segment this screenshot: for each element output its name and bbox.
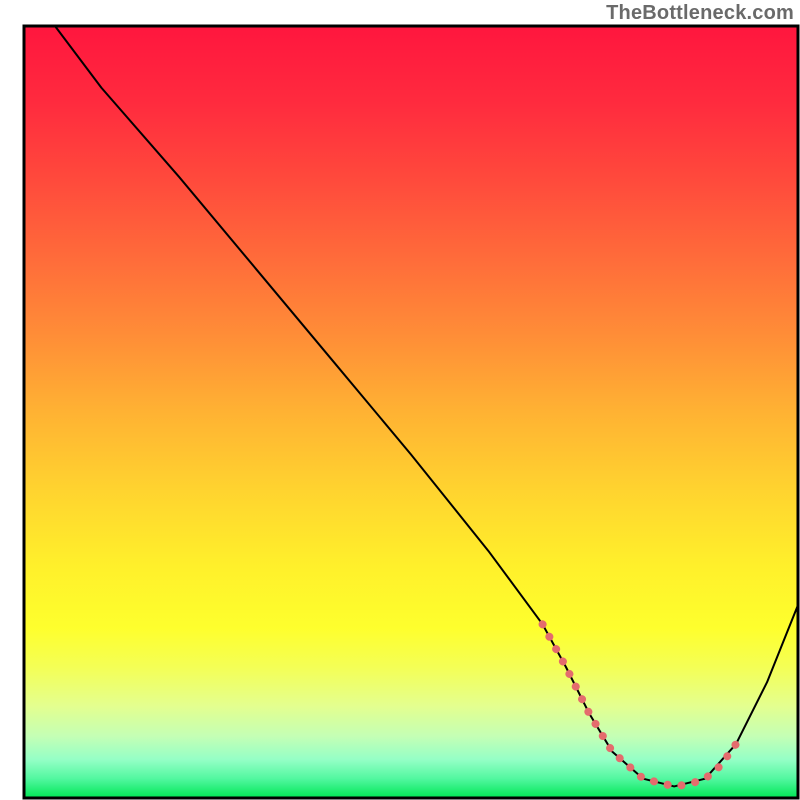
chart-frame: TheBottleneck.com — [0, 0, 800, 800]
plot-area — [24, 26, 798, 798]
bottleneck-chart — [0, 0, 800, 800]
